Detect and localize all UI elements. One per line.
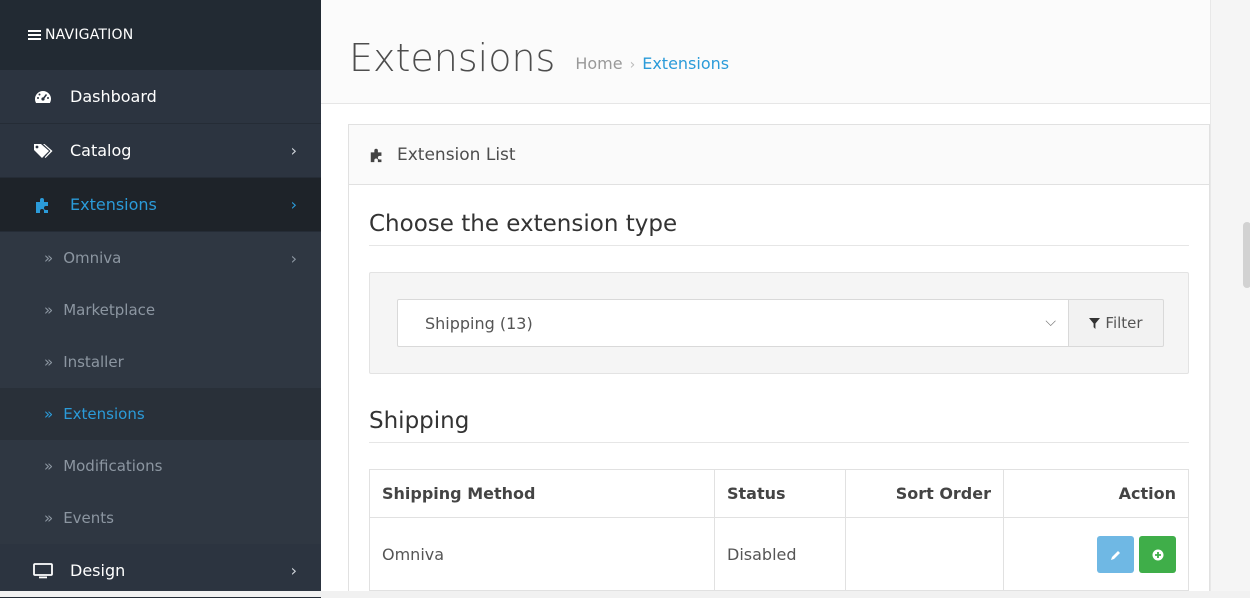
tags-icon	[32, 142, 54, 160]
double-chevron-right-icon: »	[44, 405, 54, 423]
panel-body: Choose the extension type Shipping (13) …	[349, 185, 1209, 591]
chevron-right-icon: ›	[290, 141, 297, 160]
navigation-label: NAVIGATION	[45, 27, 134, 43]
sidebar-subitem-modifications[interactable]: » Modifications	[0, 440, 321, 492]
cell-shipping-method: Omniva	[369, 517, 715, 591]
breadcrumb: Home › Extensions	[575, 54, 729, 73]
sidebar-item-design[interactable]: Design ›	[0, 544, 321, 598]
extension-type-select[interactable]: Shipping (13) ⌵	[397, 299, 1069, 347]
desktop-icon	[32, 562, 54, 580]
page-header: Extensions Home › Extensions	[321, 0, 1210, 104]
cell-status: Disabled	[714, 517, 846, 591]
puzzle-icon	[32, 196, 54, 214]
pencil-icon	[1110, 551, 1120, 560]
sidebar-item-catalog[interactable]: Catalog ›	[0, 124, 321, 178]
sidebar-subitem-events[interactable]: » Events	[0, 492, 321, 544]
sidebar-item-dashboard[interactable]: Dashboard	[0, 70, 321, 124]
page-scrollbar[interactable]	[1210, 0, 1250, 591]
chevron-right-icon: ›	[290, 248, 297, 268]
filter-icon	[1089, 317, 1101, 329]
plus-circle-icon	[1152, 549, 1163, 561]
chevron-right-icon: ›	[290, 195, 297, 214]
double-chevron-right-icon: »	[44, 457, 54, 475]
breadcrumb-extensions-link[interactable]: Extensions	[642, 54, 729, 73]
sidebar-subitem-marketplace[interactable]: » Marketplace	[0, 284, 321, 336]
sidebar-subitem-label: Marketplace	[63, 301, 156, 319]
column-header-status[interactable]: Status	[714, 469, 846, 518]
shipping-section-title: Shipping	[369, 374, 1189, 443]
column-header-action: Action	[1003, 469, 1189, 518]
column-header-sort-order[interactable]: Sort Order	[845, 469, 1004, 518]
puzzle-icon	[369, 147, 385, 163]
cell-sort-order	[845, 517, 1004, 591]
chevron-right-icon: ›	[290, 561, 297, 580]
scrollbar-thumb[interactable]	[1243, 222, 1250, 288]
chevron-down-icon: ⌵	[1045, 314, 1056, 330]
shipping-table: Shipping Method Status Sort Order Action…	[369, 469, 1189, 591]
extension-type-select-value: Shipping (13)	[425, 313, 533, 333]
column-header-shipping-method[interactable]: Shipping Method	[369, 469, 715, 518]
sidebar-subitem-label: Events	[63, 509, 114, 527]
table-header-row: Shipping Method Status Sort Order Action	[369, 469, 1189, 518]
double-chevron-right-icon: »	[44, 353, 54, 371]
navigation-header[interactable]: NAVIGATION	[0, 0, 321, 70]
sidebar-item-label: Extensions	[70, 195, 157, 214]
sidebar-subitem-label: Modifications	[63, 457, 163, 475]
filter-button[interactable]: Filter	[1068, 299, 1164, 347]
double-chevron-right-icon: »	[44, 509, 54, 527]
cell-action	[1003, 517, 1189, 591]
sidebar-item-label: Catalog	[70, 141, 132, 160]
page-title: Extensions	[349, 36, 556, 80]
sidebar-item-extensions[interactable]: Extensions ›	[0, 178, 321, 232]
breadcrumb-separator-icon: ›	[629, 57, 636, 73]
sidebar-item-label: Dashboard	[70, 87, 157, 106]
install-button[interactable]	[1139, 535, 1176, 573]
sidebar-subitem-extensions[interactable]: » Extensions	[0, 388, 321, 440]
table-row: Omniva Disabled	[369, 517, 1189, 591]
choose-type-title: Choose the extension type	[369, 185, 1189, 246]
sidebar-subitem-label: Omniva	[63, 249, 122, 267]
filter-button-label: Filter	[1105, 314, 1143, 332]
sidebar: NAVIGATION Dashboard Catalog › Extension…	[0, 0, 321, 598]
panel-heading-label: Extension List	[397, 144, 516, 165]
sidebar-subitem-installer[interactable]: » Installer	[0, 336, 321, 388]
double-chevron-right-icon: »	[44, 249, 54, 267]
filter-well: Shipping (13) ⌵ Filter	[369, 272, 1189, 374]
tachometer-icon	[32, 88, 54, 106]
panel-heading: Extension List	[349, 125, 1209, 185]
sidebar-subitem-label: Extensions	[63, 405, 145, 423]
main-content: Extensions Home › Extensions Extension Lis…	[321, 0, 1210, 591]
breadcrumb-home-link[interactable]: Home	[575, 54, 622, 73]
sidebar-item-label: Design	[70, 561, 126, 580]
extension-list-panel: Extension List Choose the extension type…	[348, 124, 1210, 591]
menu-icon	[28, 30, 41, 40]
edit-button[interactable]	[1097, 535, 1134, 573]
double-chevron-right-icon: »	[44, 301, 54, 319]
sidebar-subitem-omniva[interactable]: » Omniva ›	[0, 232, 321, 284]
sidebar-subitem-label: Installer	[63, 353, 124, 371]
